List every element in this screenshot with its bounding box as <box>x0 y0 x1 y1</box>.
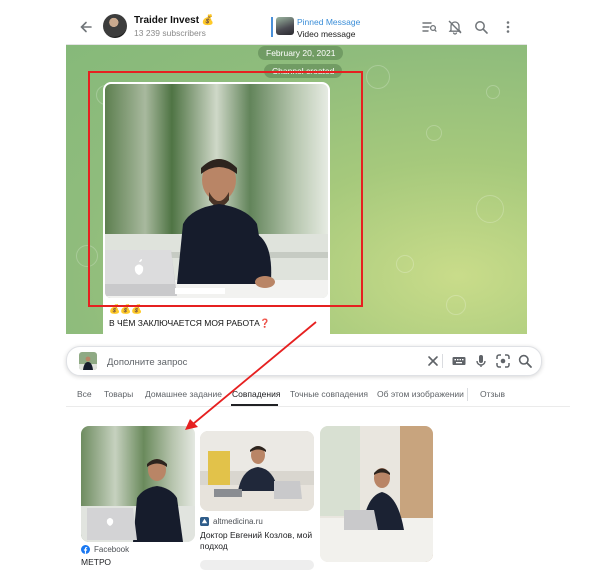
pointer-arrow <box>185 321 317 430</box>
